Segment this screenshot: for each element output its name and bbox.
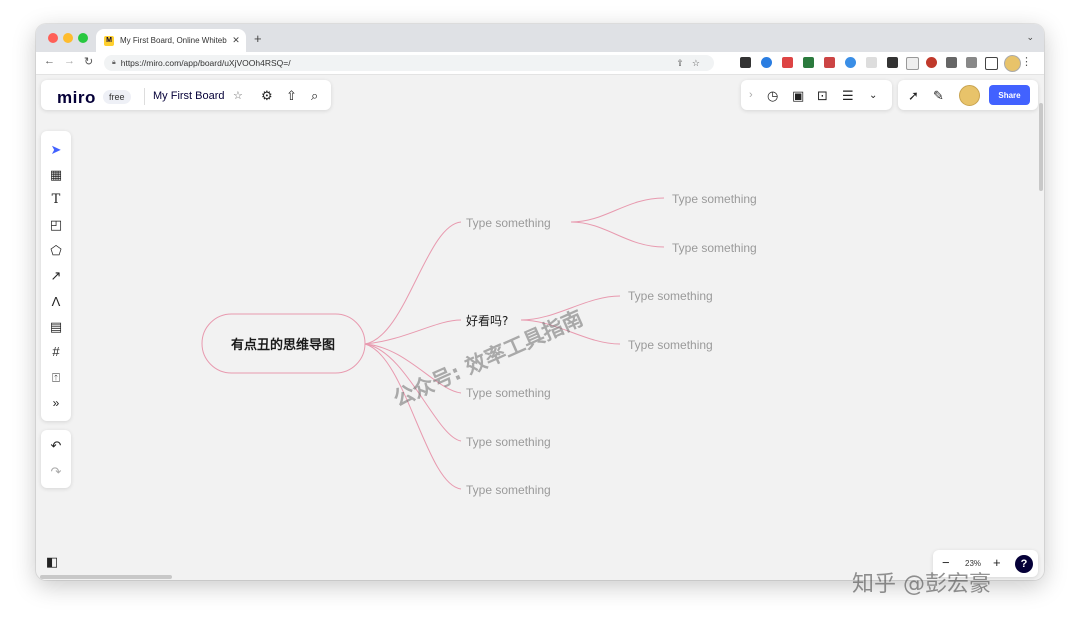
search-icon[interactable]: ⌕ (311, 88, 318, 104)
tab-search-icon[interactable]: ⌄ (1026, 32, 1034, 43)
extension-icon[interactable] (740, 57, 751, 68)
zoom-in-button[interactable]: + (993, 555, 1001, 570)
mindmap-node[interactable]: Type something (672, 241, 757, 255)
forward-icon[interactable]: → (64, 55, 75, 67)
mindmap-node[interactable]: Type something (672, 192, 757, 206)
more-tools-icon[interactable]: » (41, 391, 71, 415)
mindmap-node[interactable]: Type something (466, 386, 551, 400)
shapes-icon[interactable]: ⬠ (41, 239, 71, 263)
extension-icon[interactable] (803, 57, 814, 68)
root-node-label: 有点丑的思维导图 (231, 337, 335, 353)
extension-icon[interactable] (824, 57, 835, 68)
reactions-icon[interactable]: ▣ (792, 88, 804, 104)
board-header-panel: miro free My First Board ☆ ⚙ ⇧ ⌕ (41, 80, 331, 110)
vertical-scrollbar[interactable] (1039, 103, 1043, 191)
branch-line (570, 221, 665, 248)
templates-icon[interactable]: ▦ (41, 163, 71, 187)
mindmap-node[interactable]: Type something (466, 435, 551, 449)
sticky-note-icon[interactable]: ◰ (41, 213, 71, 237)
tab-bar: M My First Board, Online Whiteb ✕ + ⌄ (36, 24, 1044, 52)
board-title[interactable]: My First Board (153, 90, 225, 102)
miro-logo[interactable]: miro (57, 88, 96, 108)
extension-icon[interactable] (866, 57, 877, 68)
more-chevron-icon[interactable]: ⌄ (869, 90, 877, 101)
celebrate-icon[interactable]: ✎ (933, 88, 944, 104)
help-button[interactable]: ? (1015, 555, 1033, 573)
branch-line (364, 319, 462, 345)
extension-icon[interactable] (845, 57, 856, 68)
plan-badge[interactable]: free (103, 90, 131, 104)
horizontal-scrollbar[interactable] (40, 575, 172, 579)
cursor-follow-icon[interactable]: ➚ (908, 88, 919, 104)
board-panel-toggle[interactable]: ◧ (41, 551, 67, 575)
extension-icon[interactable] (761, 57, 772, 68)
share-panel: ➚ ✎ Share (898, 80, 1038, 110)
miro-favicon-icon: M (104, 35, 114, 46)
export-upload-icon[interactable]: ⇧ (286, 88, 297, 104)
mindmap-node[interactable]: 好看吗? (466, 314, 508, 328)
select-cursor-icon[interactable]: ➤ (41, 138, 71, 162)
extension-icon[interactable] (926, 57, 937, 68)
comment-icon[interactable]: ▤ (41, 315, 71, 339)
connection-line-icon[interactable]: ↗ (41, 264, 71, 288)
tab-close-icon[interactable]: ✕ (230, 35, 242, 46)
collaboration-toolbar: › ◷ ▣ ⊡ ☰ ⌄ (741, 80, 892, 110)
reading-list-icon[interactable] (966, 57, 977, 68)
back-icon[interactable]: ← (44, 55, 55, 67)
mindmap-node[interactable]: Type something (466, 483, 551, 497)
browser-toolbar: ← → ↻ 🔒︎ https://miro.com/app/board/uXjV… (36, 52, 1044, 75)
notes-icon[interactable]: ☰ (842, 88, 854, 104)
browser-tab[interactable]: M My First Board, Online Whiteb ✕ (96, 29, 246, 52)
pen-icon[interactable]: Λ (41, 290, 71, 314)
bookmark-star-icon[interactable]: ☆ (692, 58, 708, 68)
url-actions: ⇪☆ (676, 58, 708, 69)
profile-avatar[interactable] (1004, 55, 1021, 72)
address-bar[interactable]: 🔒︎ https://miro.com/app/board/uXjVOOh4RS… (104, 55, 714, 71)
present-icon[interactable]: ⊡ (817, 88, 828, 104)
user-avatar[interactable] (959, 85, 980, 106)
branch-line (364, 221, 462, 345)
mindmap: 有点丑的思维导图 Type something 好看吗? Type someth… (201, 192, 757, 497)
mindmap-node[interactable]: Type something (466, 216, 551, 230)
corner-watermark: 知乎 @彭宏豪 (852, 572, 991, 597)
extension-icon[interactable] (887, 57, 898, 68)
share-page-icon[interactable]: ⇪ (676, 58, 692, 68)
side-panel-icon[interactable] (985, 57, 998, 70)
browser-window: M My First Board, Online Whiteb ✕ + ⌄ ← … (36, 24, 1044, 580)
tab-title: My First Board, Online Whiteb (120, 36, 227, 45)
left-toolbar: ➤ ▦ T ◰ ⬠ ↗ Λ ▤ # ⍐ » (41, 131, 71, 421)
extension-icon[interactable] (782, 57, 793, 68)
timer-icon[interactable]: ◷ (767, 88, 778, 104)
undo-redo-panel: ↶ ↷ (41, 430, 71, 488)
lock-icon: 🔒︎ (112, 59, 116, 66)
extension-icon[interactable] (906, 57, 919, 70)
chevron-right-icon[interactable]: › (749, 89, 753, 101)
text-icon[interactable]: T (41, 188, 71, 212)
mindmap-node[interactable]: Type something (628, 338, 713, 352)
frame-icon[interactable]: # (41, 340, 71, 364)
branch-line (570, 197, 665, 223)
url-text: https://miro.com/app/board/uXjVOOh4RSQ=/ (120, 58, 291, 68)
board-canvas[interactable]: 有点丑的思维导图 Type something 好看吗? Type someth… (36, 75, 1044, 580)
minimize-window-button[interactable] (63, 33, 73, 43)
divider (144, 88, 145, 105)
undo-icon[interactable]: ↶ (41, 434, 71, 458)
redo-icon[interactable]: ↷ (41, 460, 71, 484)
star-icon[interactable]: ☆ (233, 89, 243, 102)
reload-icon[interactable]: ↻ (84, 55, 93, 68)
upload-icon[interactable]: ⍐ (41, 366, 71, 390)
close-window-button[interactable] (48, 33, 58, 43)
browser-menu-icon[interactable]: ⋮ (1021, 55, 1032, 68)
new-tab-button[interactable]: + (254, 31, 262, 46)
mindmap-node[interactable]: Type something (628, 289, 713, 303)
settings-gear-icon[interactable]: ⚙ (261, 88, 273, 104)
maximize-window-button[interactable] (78, 33, 88, 43)
share-button[interactable]: Share (989, 85, 1030, 105)
puzzle-extensions-icon[interactable] (946, 57, 957, 68)
sidebar-panel-icon: ◧ (46, 554, 59, 569)
